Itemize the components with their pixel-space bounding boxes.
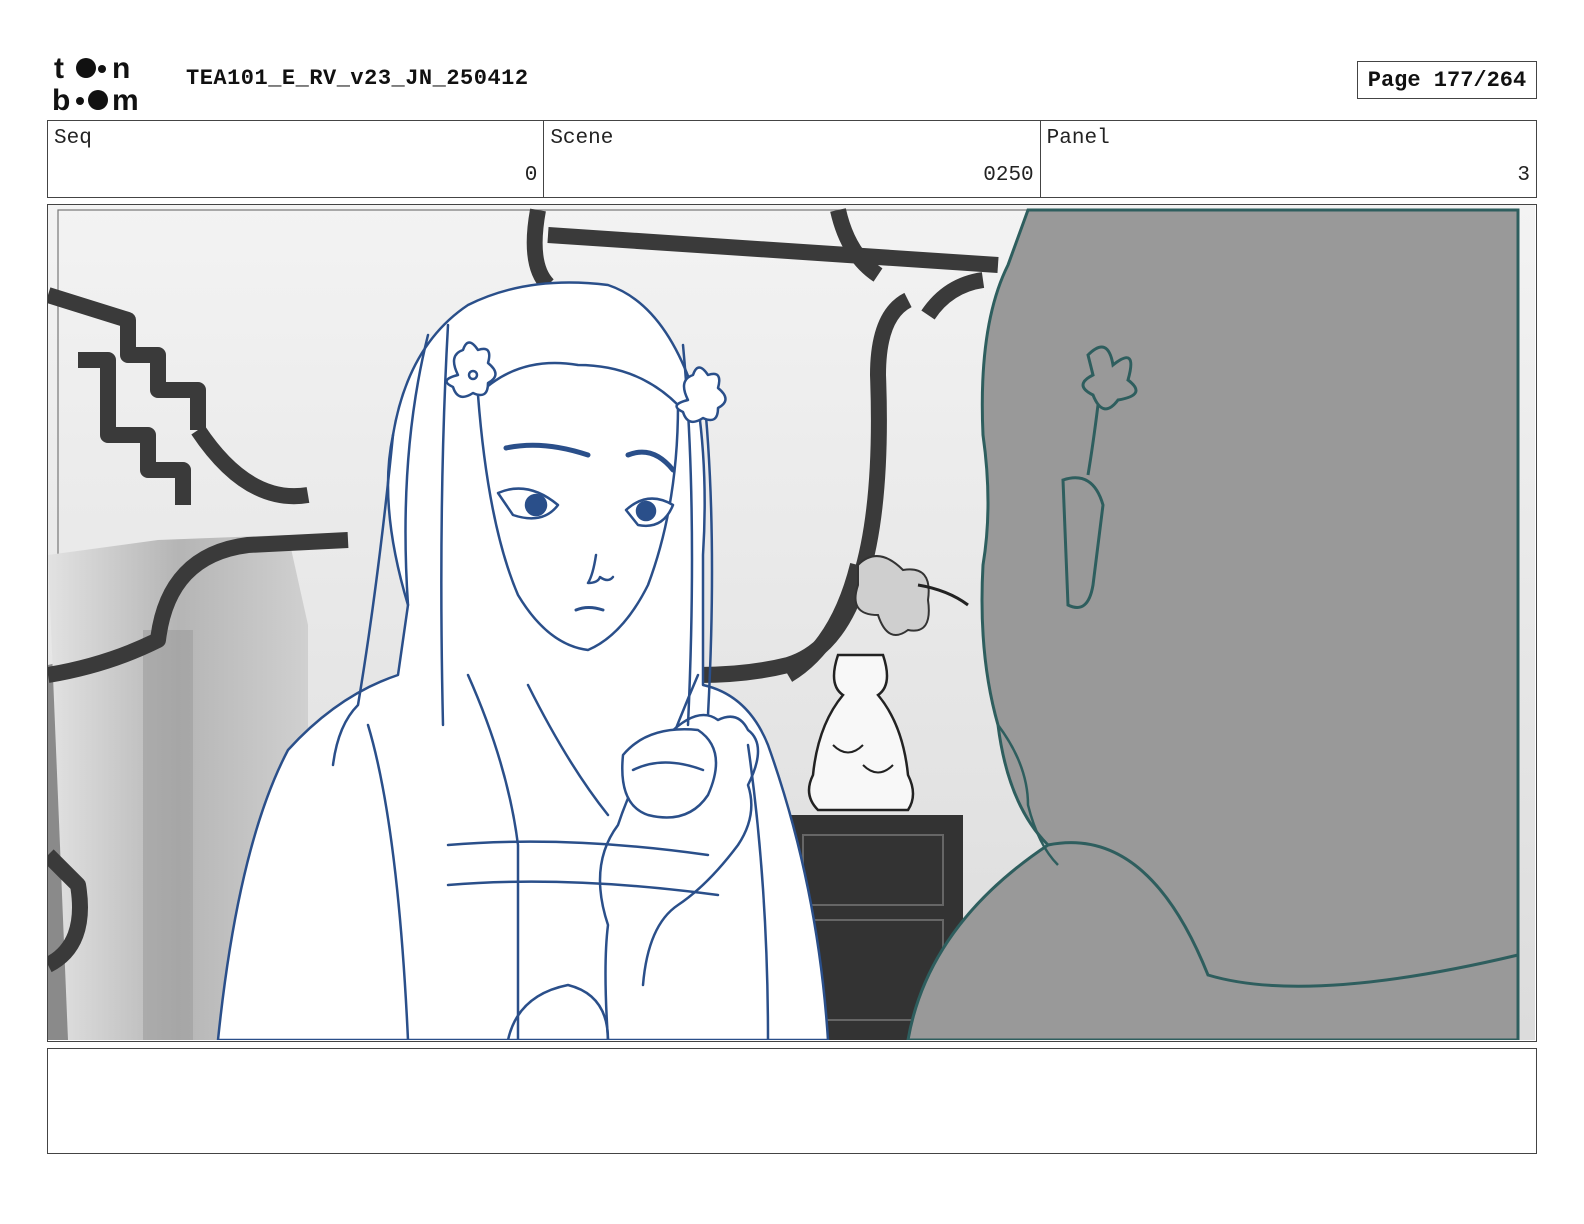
scene-label: Scene	[550, 127, 614, 150]
panel-drawing	[48, 205, 1535, 1040]
panel-label: Panel	[1046, 127, 1110, 150]
svg-text:m: m	[112, 84, 139, 112]
seq-value: 0	[524, 164, 538, 187]
page-indicator: Page 177/264	[1357, 61, 1537, 99]
scene-cell: Scene 0250	[544, 121, 1041, 197]
shot-info-bar: Seq 0 Scene 0250 Panel 3	[47, 120, 1537, 198]
seq-cell: Seq 0	[48, 121, 545, 197]
svg-text:b: b	[52, 84, 70, 112]
svg-text:t: t	[54, 52, 64, 85]
toonboom-logo: t n b m	[52, 52, 139, 112]
panel-notes-box[interactable]	[47, 1048, 1537, 1154]
storyboard-panel	[47, 204, 1537, 1042]
right-figure	[906, 208, 1520, 1040]
scene-value: 0250	[983, 164, 1034, 187]
panel-value: 3	[1517, 164, 1530, 187]
document-title: TEA101_E_RV_v23_JN_250412	[186, 66, 529, 91]
panel-cell: Panel 3	[1041, 121, 1536, 197]
seq-label: Seq	[54, 127, 92, 150]
svg-text:n: n	[112, 52, 130, 85]
